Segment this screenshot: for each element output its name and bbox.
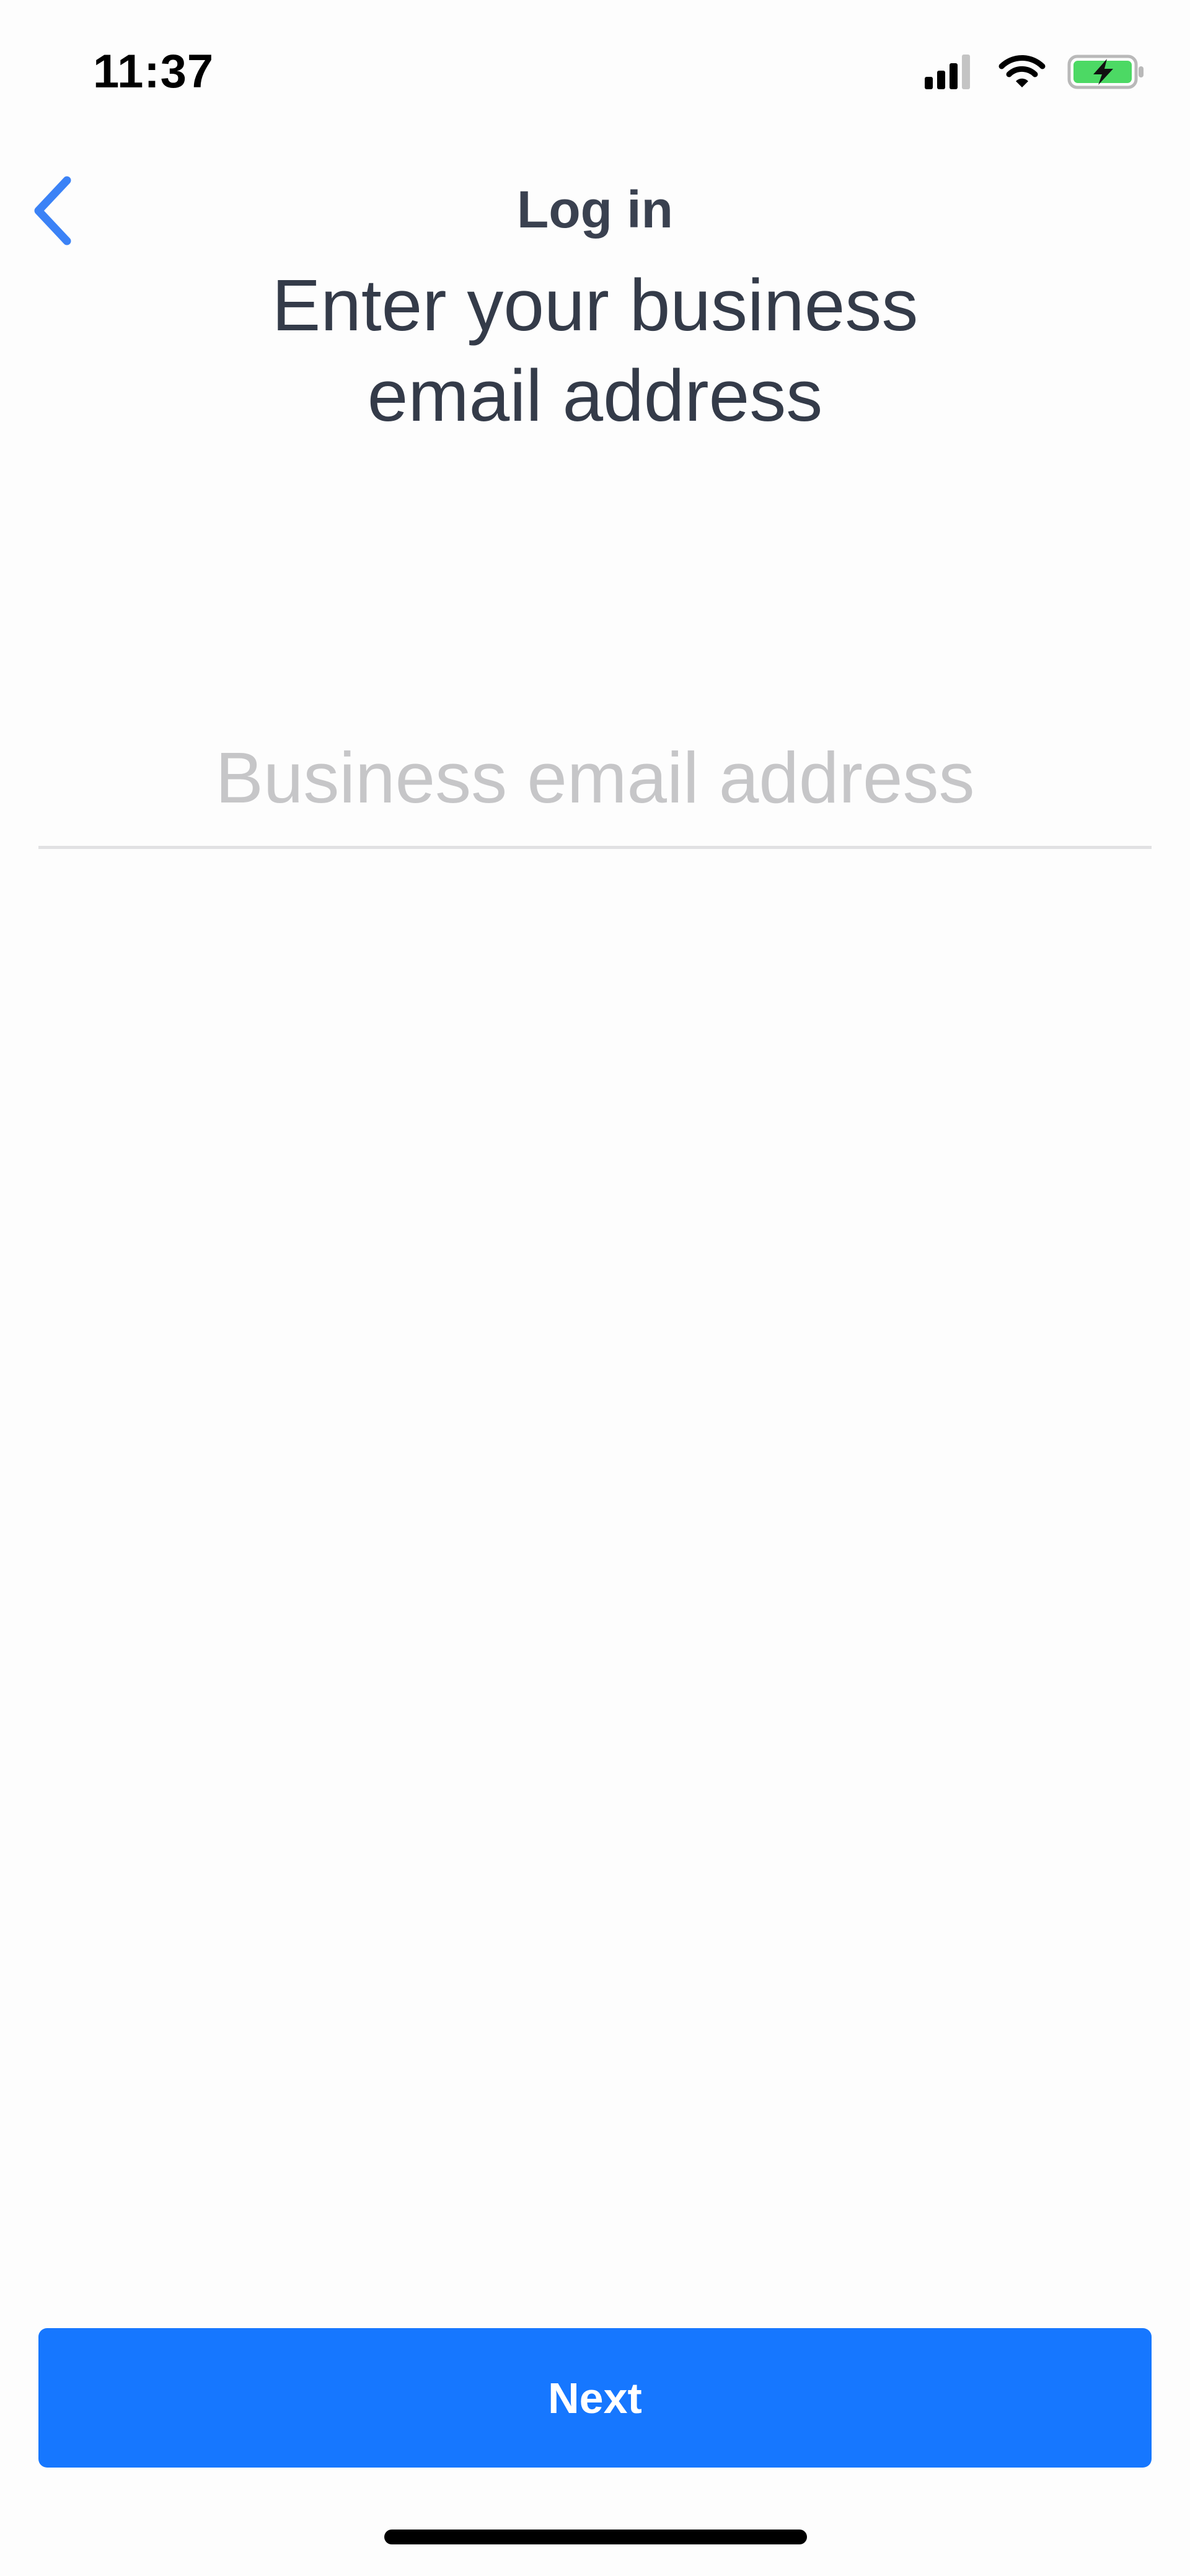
heading-line-1: Enter your business bbox=[271, 265, 919, 346]
email-prompt-heading: Enter your business email address bbox=[0, 260, 1190, 441]
heading-line-2: email address bbox=[367, 355, 823, 437]
next-button[interactable]: Next bbox=[38, 2328, 1152, 2468]
home-indicator[interactable] bbox=[384, 2530, 807, 2544]
navigation-bar: Log in bbox=[0, 155, 1190, 266]
cellular-signal-icon bbox=[925, 55, 974, 89]
wifi-icon bbox=[998, 55, 1046, 87]
email-field bbox=[38, 713, 1152, 849]
email-input[interactable] bbox=[38, 713, 1152, 843]
email-field-underline bbox=[38, 846, 1152, 849]
battery-charging-icon bbox=[1067, 55, 1144, 89]
status-icons bbox=[925, 53, 1147, 90]
page-title: Log in bbox=[517, 180, 673, 239]
status-time: 11:37 bbox=[93, 45, 214, 98]
status-bar: 11:37 bbox=[0, 0, 1190, 143]
